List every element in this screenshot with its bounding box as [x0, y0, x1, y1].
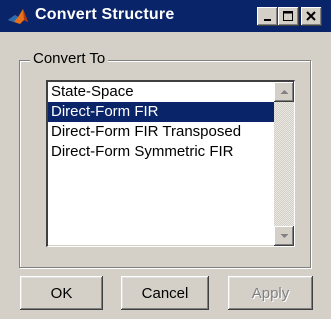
apply-button[interactable]: Apply: [228, 276, 313, 310]
window-title: Convert Structure: [35, 6, 175, 23]
list-item-state-space[interactable]: State-Space: [48, 82, 274, 102]
scroll-up-button[interactable]: [274, 82, 294, 102]
cancel-button[interactable]: Cancel: [121, 276, 209, 310]
minimize-button[interactable]: [257, 7, 278, 26]
close-button[interactable]: [301, 7, 322, 26]
structure-listbox[interactable]: State-Space Direct-Form FIR Direct-Form …: [46, 80, 295, 247]
maximize-button[interactable]: [278, 7, 299, 26]
title-bar[interactable]: Convert Structure: [0, 0, 331, 32]
scroll-down-button[interactable]: [274, 226, 294, 246]
arrow-down-icon: [280, 234, 288, 238]
list-item-direct-form-fir[interactable]: Direct-Form FIR: [48, 102, 274, 122]
matlab-logo-icon: [7, 8, 29, 26]
list-item-direct-form-symmetric-fir[interactable]: Direct-Form Symmetric FIR: [48, 142, 274, 162]
group-label: Convert To: [30, 50, 109, 67]
minimize-icon: [263, 18, 271, 21]
arrow-up-icon: [280, 90, 288, 94]
list-item-direct-form-fir-transposed[interactable]: Direct-Form FIR Transposed: [48, 122, 274, 142]
ok-button[interactable]: OK: [20, 276, 103, 310]
maximize-icon: [283, 11, 293, 21]
close-icon: [306, 11, 316, 21]
vertical-scrollbar[interactable]: [274, 82, 294, 246]
